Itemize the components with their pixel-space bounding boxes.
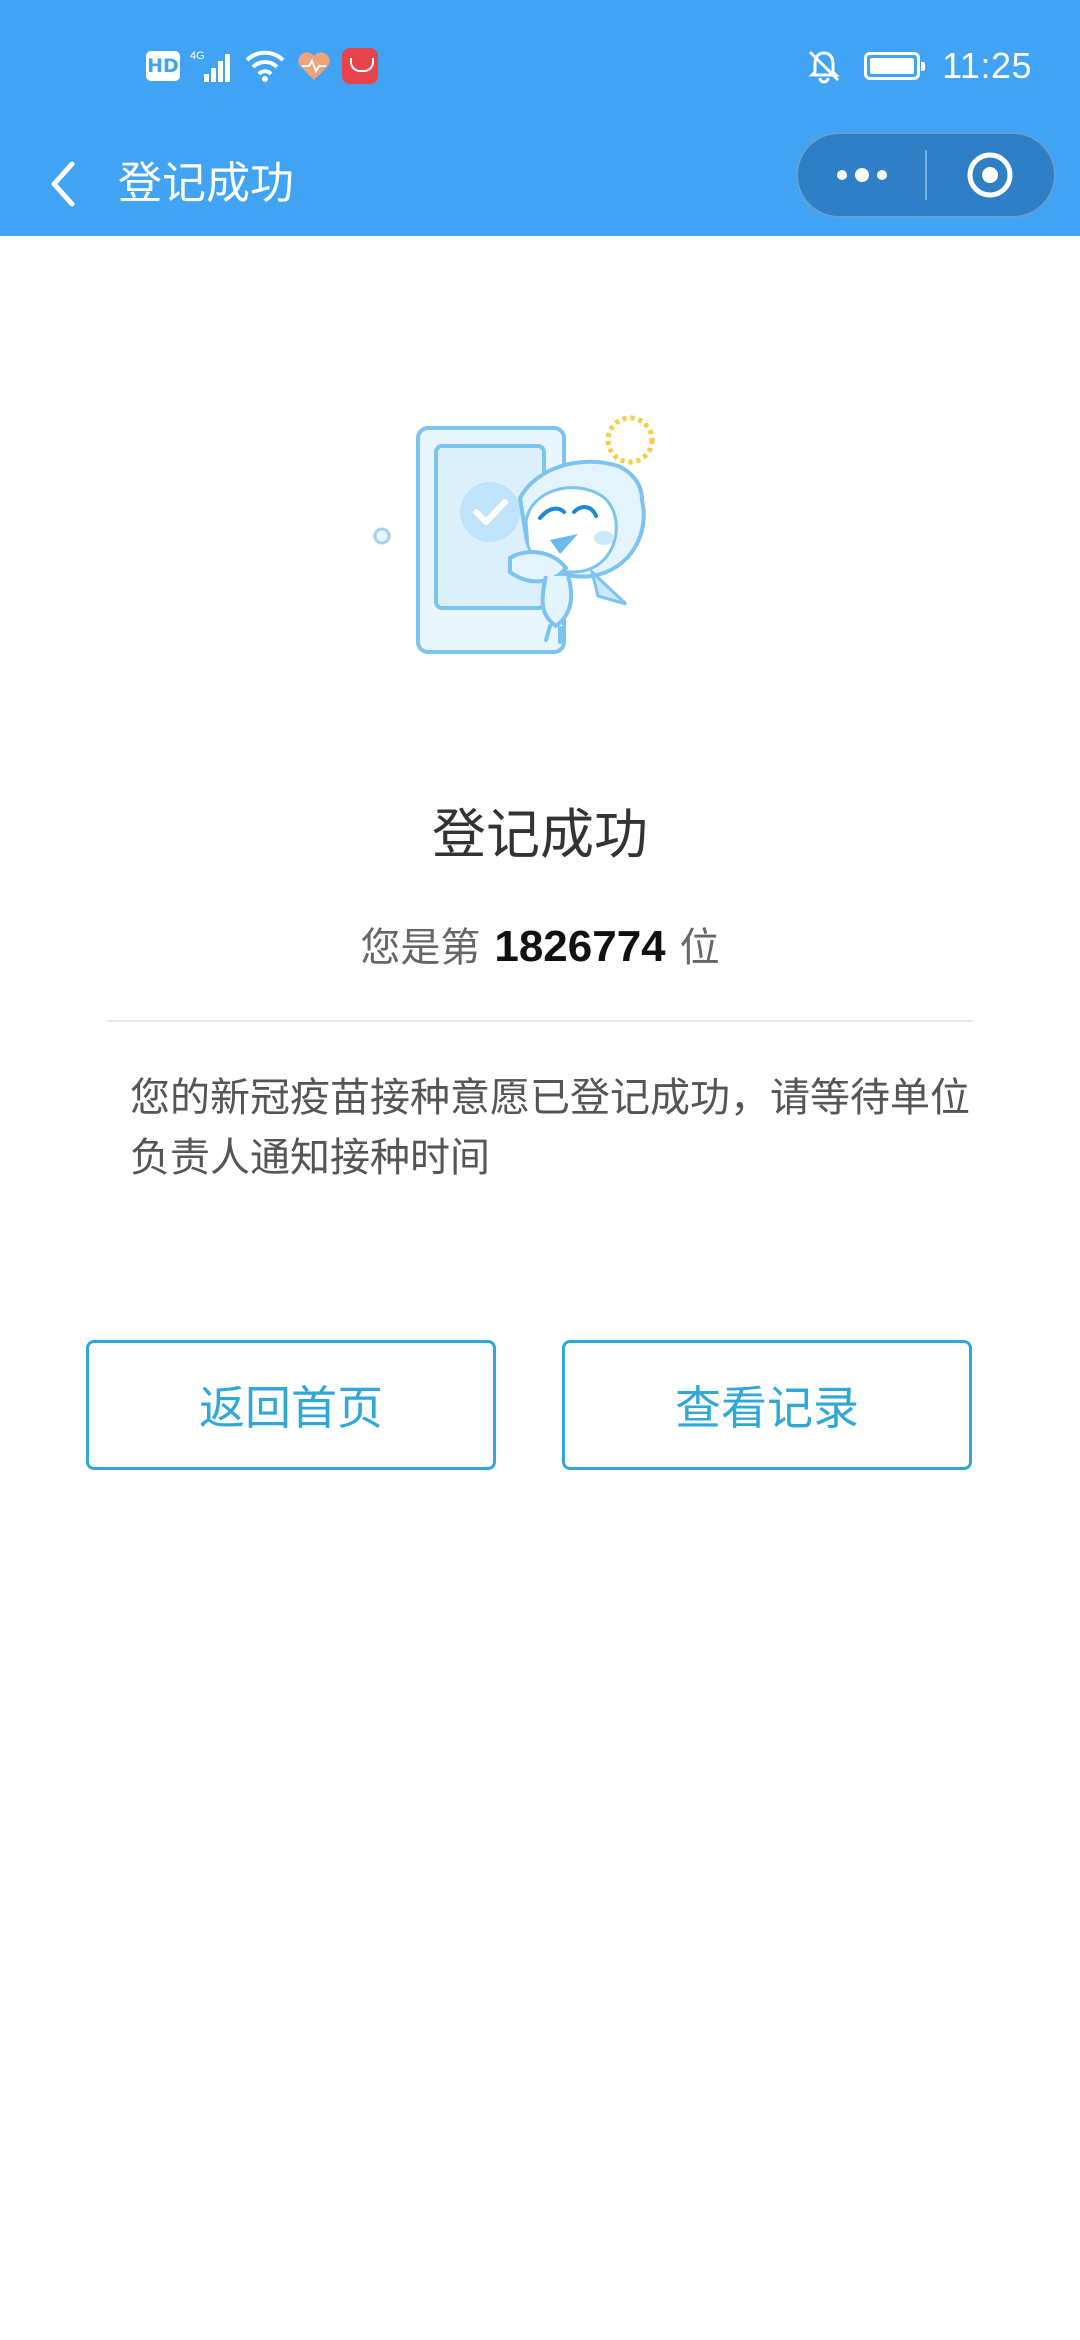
app-store-icon — [342, 48, 378, 84]
network-type-label: 4G — [190, 50, 205, 62]
back-to-home-button[interactable]: 返回首页 — [86, 1340, 496, 1470]
nav-bar: 登记成功 — [0, 132, 1080, 236]
success-illustration — [373, 415, 655, 654]
app-header: HD 4G 11:25 登记成功 — [0, 0, 1080, 236]
battery-icon — [864, 52, 926, 80]
signal-icon: 4G — [190, 50, 230, 82]
mute-bell-icon — [808, 50, 840, 84]
status-bar: HD 4G 11:25 — [0, 0, 1080, 132]
more-button[interactable] — [798, 134, 925, 216]
wifi-icon — [245, 50, 285, 82]
more-dots-icon — [836, 168, 887, 182]
status-left-icons: HD 4G — [146, 44, 378, 88]
back-button[interactable] — [28, 150, 96, 218]
chevron-left-icon — [51, 161, 75, 207]
result-title: 登记成功 — [432, 803, 648, 866]
status-right-icons: 11:25 — [806, 40, 1032, 92]
result-description: 您的新冠疫苗接种意愿已登记成功，请等待单位负责人通知接种时间 — [130, 1075, 970, 1181]
nav-title: 登记成功 — [118, 158, 294, 209]
view-records-button[interactable]: 查看记录 — [562, 1340, 972, 1470]
content-divider — [108, 1020, 972, 1022]
rank-prefix: 您是第 — [360, 925, 481, 971]
rank-number: 1826774 — [494, 922, 666, 971]
close-mini-program-button[interactable] — [927, 134, 1054, 216]
target-circle-icon — [967, 152, 1013, 198]
rank-suffix: 位 — [679, 925, 720, 971]
check-circle-icon — [460, 482, 520, 542]
sun-icon — [605, 415, 655, 465]
hd-icon: HD — [146, 51, 180, 81]
status-time: 11:25 — [942, 45, 1032, 86]
decor-circle-icon — [373, 527, 391, 545]
registration-rank: 您是第 1826774 位 — [0, 915, 1080, 973]
health-app-icon — [298, 52, 330, 80]
mini-program-capsule — [796, 132, 1056, 218]
